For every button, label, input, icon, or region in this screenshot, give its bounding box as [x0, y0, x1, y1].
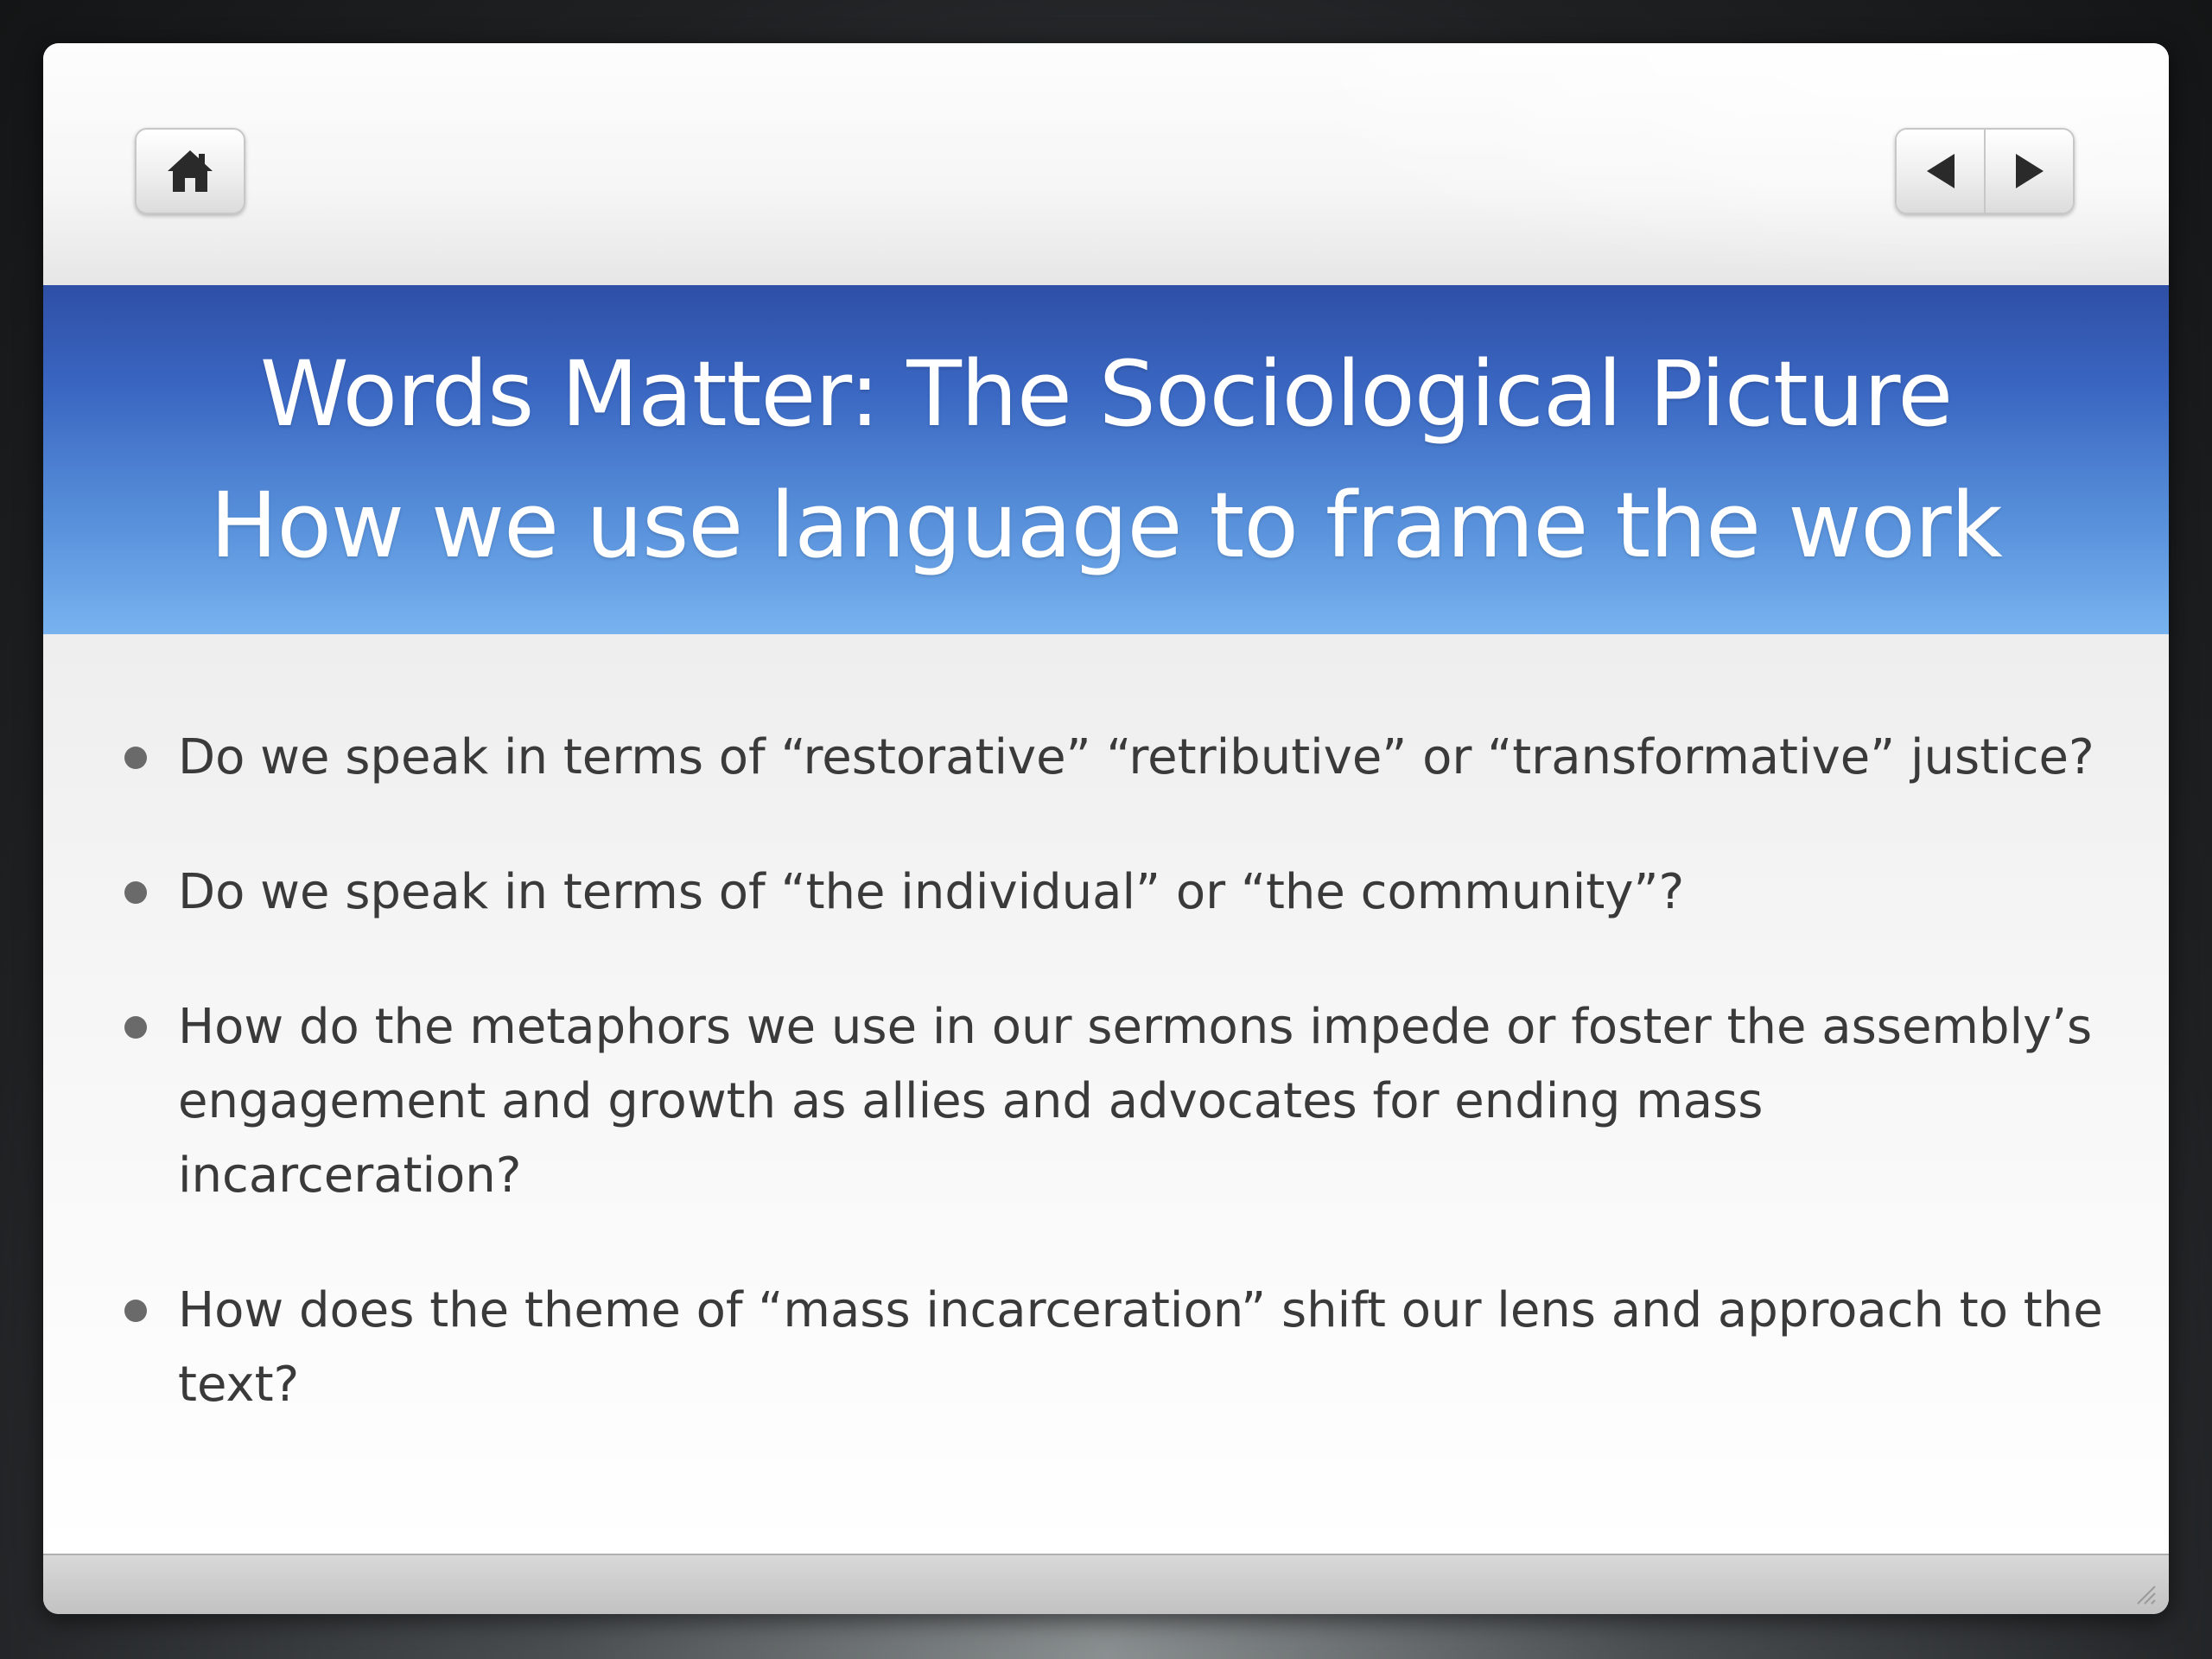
home-icon: [168, 150, 213, 192]
bullet-dot-icon: [124, 1016, 147, 1039]
slide-nav-buttons: [1895, 128, 2075, 214]
resize-grip-icon[interactable]: [2131, 1580, 2157, 1605]
slide-toolbar: [43, 43, 2169, 285]
bullet-item: Do we speak in terms of “the individual”…: [124, 855, 2113, 930]
bullet-text: Do we speak in terms of “restorative” “r…: [178, 729, 2094, 785]
triangle-right-icon: [2015, 154, 2044, 188]
bullet-text: Do we speak in terms of “the individual”…: [178, 864, 1685, 920]
slide-status-bar: [43, 1554, 2169, 1614]
slide-subtitle: How we use language to frame the work: [210, 473, 2003, 578]
bullet-dot-icon: [124, 1300, 147, 1322]
slide-title-band: Words Matter: The Sociological Picture H…: [43, 285, 2169, 634]
bullet-item: How do the metaphors we use in our sermo…: [124, 990, 2113, 1213]
bullet-text: How do the metaphors we use in our sermo…: [178, 999, 2093, 1204]
bullet-dot-icon: [124, 747, 147, 769]
next-slide-button[interactable]: [1984, 130, 2073, 213]
bullet-item: How does the theme of “mass incarceratio…: [124, 1274, 2113, 1422]
triangle-left-icon: [1926, 154, 1955, 188]
bullet-dot-icon: [124, 881, 147, 904]
bullet-list: Do we speak in terms of “restorative” “r…: [124, 721, 2113, 1483]
slide-title: Words Matter: The Sociological Picture: [259, 341, 1953, 447]
slide-window: Words Matter: The Sociological Picture H…: [43, 43, 2169, 1614]
previous-slide-button[interactable]: [1897, 130, 1984, 213]
slide-content: Do we speak in terms of “restorative” “r…: [43, 634, 2169, 1555]
home-button[interactable]: [135, 128, 245, 214]
bullet-text: How does the theme of “mass incarceratio…: [178, 1282, 2103, 1413]
bullet-item: Do we speak in terms of “restorative” “r…: [124, 721, 2113, 795]
